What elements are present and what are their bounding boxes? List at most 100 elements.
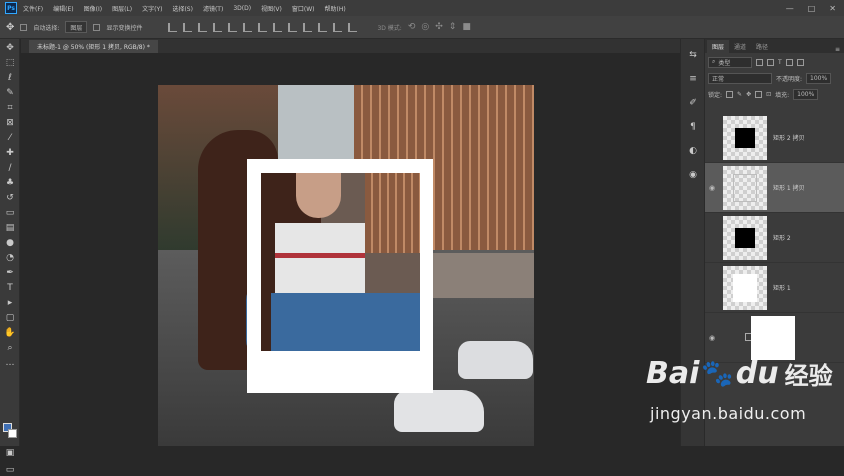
- auto-select-dropdown[interactable]: 图层: [65, 21, 88, 33]
- filter-shape-icon[interactable]: [785, 58, 793, 66]
- background-color-swatch[interactable]: [8, 429, 17, 438]
- shape-tool-icon[interactable]: ▢: [4, 312, 16, 324]
- blend-row: 正常 不透明度: 100%: [705, 71, 844, 85]
- lock-all-icon[interactable]: ⊡: [766, 91, 771, 98]
- distribute-top-icon[interactable]: [258, 22, 268, 32]
- move-tool-icon[interactable]: ✥: [6, 22, 14, 33]
- fill-label: 填充:: [775, 91, 790, 99]
- layer-row-selected[interactable]: ◉ 矩形 1 拷贝: [705, 163, 844, 213]
- color-panel-icon[interactable]: ◐: [687, 145, 699, 157]
- layer-kind-dropdown[interactable]: ⌕ 类型: [708, 56, 752, 68]
- 3d-rotate-icon[interactable]: ⟲: [408, 22, 416, 32]
- close-button[interactable]: ✕: [829, 4, 836, 13]
- layer-row[interactable]: 矩形 2: [705, 213, 844, 263]
- 3d-camera-icon[interactable]: ■: [462, 22, 471, 32]
- menu-file[interactable]: 文件(F): [23, 4, 43, 13]
- document-tab[interactable]: 未标题-1 @ 50% (矩形 1 拷贝, RGB/8) *: [29, 40, 158, 53]
- zoom-tool-icon[interactable]: ⌕: [4, 342, 16, 354]
- menu-type[interactable]: 文字(Y): [142, 4, 162, 13]
- distribute-middle-icon[interactable]: [273, 22, 283, 32]
- brush-tool-icon[interactable]: ∕: [4, 162, 16, 174]
- blur-tool-icon[interactable]: ●: [4, 237, 16, 249]
- align-middle-icon[interactable]: [228, 22, 238, 32]
- lasso-tool-icon[interactable]: ℓ: [4, 72, 16, 84]
- auto-select-checkbox[interactable]: [20, 23, 28, 31]
- 3d-drag-icon[interactable]: ✣: [435, 22, 443, 32]
- crop-tool-icon[interactable]: ⌗: [4, 102, 16, 114]
- dodge-tool-icon[interactable]: ◔: [4, 252, 16, 264]
- healing-brush-icon[interactable]: ✚: [4, 147, 16, 159]
- 3d-panel-icon[interactable]: ◉: [687, 169, 699, 181]
- align-bottom-icon[interactable]: [243, 22, 253, 32]
- filter-smart-icon[interactable]: [796, 58, 804, 66]
- menu-edit[interactable]: 编辑(E): [53, 4, 73, 13]
- menu-filter[interactable]: 滤镜(T): [203, 4, 223, 13]
- paragraph-panel-icon[interactable]: ¶: [687, 121, 699, 133]
- tab-paths[interactable]: 路径: [751, 40, 773, 53]
- layer-row[interactable]: 矩形 2 拷贝: [705, 113, 844, 163]
- eraser-tool-icon[interactable]: ▭: [4, 207, 16, 219]
- transform-checkbox[interactable]: [93, 23, 101, 31]
- fill-input[interactable]: 100%: [793, 88, 819, 100]
- menu-image[interactable]: 图像(I): [84, 4, 102, 13]
- align-center-icon[interactable]: [183, 22, 193, 32]
- more-tools-icon[interactable]: …: [4, 357, 16, 369]
- distribute-left-icon[interactable]: [303, 22, 313, 32]
- watermark-url: jingyan.baidu.com: [650, 404, 807, 423]
- opacity-label: 不透明度:: [776, 75, 803, 83]
- pen-tool-icon[interactable]: ✒: [4, 267, 16, 279]
- adjust-panel-icon[interactable]: ≡: [687, 73, 699, 85]
- tab-channels[interactable]: 通道: [729, 40, 751, 53]
- marquee-tool-icon[interactable]: ⬚: [4, 57, 16, 69]
- menu-help[interactable]: 帮助(H): [325, 4, 346, 13]
- eyedropper-tool-icon[interactable]: ⁄: [4, 132, 16, 144]
- distribute-right-icon[interactable]: [333, 22, 343, 32]
- hand-tool-icon[interactable]: ✋: [4, 327, 16, 339]
- lock-transparent-icon[interactable]: [726, 90, 734, 98]
- color-swatches[interactable]: [3, 423, 17, 439]
- 3d-slide-icon[interactable]: ⇕: [449, 22, 457, 32]
- eye-icon[interactable]: ◉: [705, 334, 719, 342]
- menu-3d[interactable]: 3D(D): [233, 5, 251, 12]
- distribute-bottom-icon[interactable]: [288, 22, 298, 32]
- lock-paint-icon[interactable]: ✎: [737, 91, 742, 98]
- gradient-tool-icon[interactable]: ▤: [4, 222, 16, 234]
- opacity-input[interactable]: 100%: [806, 72, 832, 84]
- menu-window[interactable]: 窗口(W): [292, 4, 315, 13]
- brush-panel-icon[interactable]: ✐: [687, 97, 699, 109]
- distribute-center-icon[interactable]: [318, 22, 328, 32]
- layer-name: 矩形 1 拷贝: [773, 185, 805, 192]
- history-panel-icon[interactable]: ⇆: [687, 49, 699, 61]
- panel-menu-icon[interactable]: ≡: [835, 46, 840, 53]
- lock-artboard-icon[interactable]: [755, 90, 763, 98]
- menu-layer[interactable]: 图层(L): [112, 4, 132, 13]
- clone-stamp-icon[interactable]: ♣: [4, 177, 16, 189]
- quick-mask-icon[interactable]: ▣: [4, 447, 16, 459]
- maximize-button[interactable]: □: [808, 4, 816, 13]
- menu-select[interactable]: 选择(S): [172, 4, 193, 13]
- minimize-button[interactable]: —: [786, 4, 794, 13]
- auto-align-icon[interactable]: [348, 22, 358, 32]
- menu-view[interactable]: 视图(V): [261, 4, 282, 13]
- type-tool-icon[interactable]: T: [4, 282, 16, 294]
- layer-row[interactable]: 矩形 1: [705, 263, 844, 313]
- align-left-icon[interactable]: [168, 22, 178, 32]
- 3d-roll-icon[interactable]: ◎: [421, 22, 429, 32]
- quick-select-tool-icon[interactable]: ✎: [4, 87, 16, 99]
- align-top-icon[interactable]: [213, 22, 223, 32]
- filter-pixel-icon[interactable]: [756, 58, 763, 66]
- layer-kind-label: 类型: [718, 59, 731, 67]
- filter-adjust-icon[interactable]: [767, 58, 774, 66]
- path-select-icon[interactable]: ▸: [4, 297, 16, 309]
- align-right-icon[interactable]: [198, 22, 208, 32]
- lock-move-icon[interactable]: ✥: [746, 91, 751, 98]
- eye-icon[interactable]: ◉: [705, 184, 719, 192]
- move-tool-icon[interactable]: ✥: [4, 42, 16, 54]
- polaroid-frame-shape[interactable]: [247, 159, 433, 393]
- screen-mode-icon[interactable]: ▭: [4, 464, 16, 476]
- frame-tool-icon[interactable]: ⊠: [4, 117, 16, 129]
- tab-layers[interactable]: 图层: [707, 40, 730, 53]
- history-brush-icon[interactable]: ↺: [4, 192, 16, 204]
- blend-mode-dropdown[interactable]: 正常: [708, 72, 772, 84]
- filter-type-icon[interactable]: T: [778, 59, 782, 66]
